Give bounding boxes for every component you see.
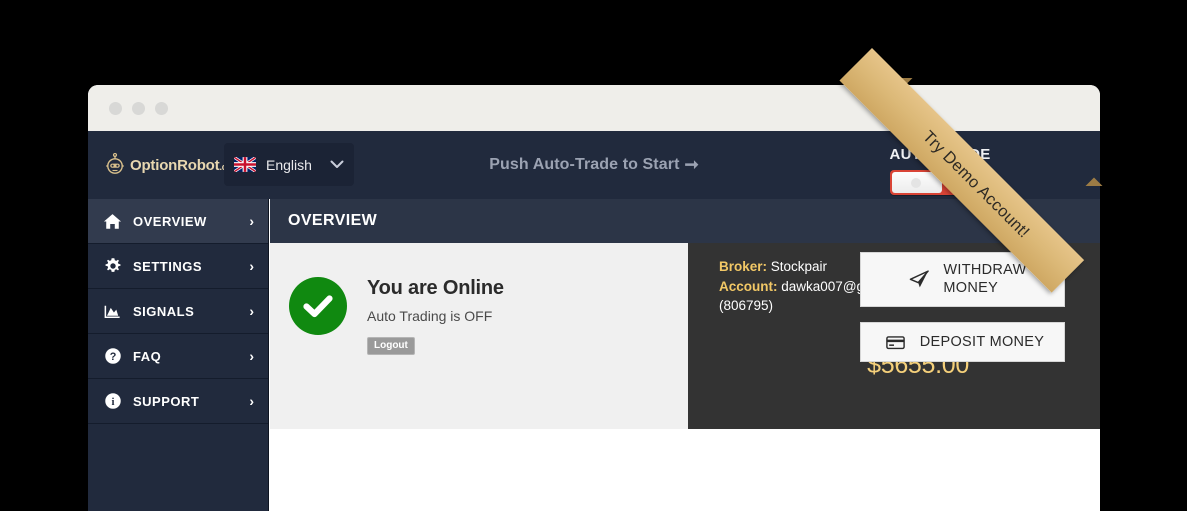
- status-heading: You are Online: [367, 277, 504, 299]
- window-dot-minimize[interactable]: [132, 101, 145, 115]
- sidebar-item-label: SIGNALS: [133, 303, 195, 319]
- status-text-block: You are Online Auto Trading is OFF Logou…: [367, 277, 504, 355]
- chevron-right-icon: ›: [249, 393, 254, 409]
- gear-icon: [103, 257, 122, 276]
- green-check-icon: [289, 277, 347, 335]
- broker-value: Stockpair: [770, 259, 828, 274]
- sidebar-item-label: OVERVIEW: [133, 213, 207, 229]
- home-icon: [103, 212, 122, 231]
- push-auto-trade-text: Push Auto-Trade to Start: [489, 156, 680, 173]
- info-circle-icon: i: [103, 392, 122, 411]
- chevron-right-icon: ›: [249, 303, 254, 319]
- language-value: English: [266, 156, 312, 173]
- paper-plane-icon: [908, 269, 930, 291]
- window-dot-close[interactable]: [109, 101, 122, 115]
- withdraw-button-text: WITHDRAW MONEY: [943, 262, 1026, 297]
- chevron-right-icon: ›: [249, 258, 254, 274]
- uk-flag-icon: [234, 157, 256, 172]
- chevron-right-icon: ›: [249, 213, 254, 229]
- chevron-down-icon: [330, 158, 344, 171]
- status-inner: You are Online Auto Trading is OFF Logou…: [289, 277, 504, 355]
- withdraw-line-1: WITHDRAW: [943, 261, 1027, 278]
- logout-button[interactable]: Logout: [367, 337, 415, 355]
- sidebar-item-label: FAQ: [133, 348, 162, 364]
- sidebar-item-faq[interactable]: ? FAQ ›: [88, 334, 268, 379]
- withdraw-line-2: MONEY: [943, 279, 999, 296]
- deposit-button-label: DEPOSIT MONEY: [919, 334, 1045, 350]
- question-circle-icon: ?: [103, 347, 122, 366]
- svg-text:?: ?: [109, 351, 116, 363]
- deposit-money-button[interactable]: DEPOSIT MONEY: [860, 322, 1065, 362]
- chart-icon: [103, 302, 122, 321]
- overview-panels: You are Online Auto Trading is OFF Logou…: [270, 243, 1100, 429]
- sidebar-item-settings[interactable]: SETTINGS ›: [88, 244, 268, 289]
- language-selector[interactable]: English: [224, 143, 354, 186]
- sidebar-item-overview[interactable]: OVERVIEW ›: [88, 199, 268, 244]
- sidebar-item-support[interactable]: i SUPPORT ›: [88, 379, 268, 424]
- sidebar: OVERVIEW › SETTINGS › SIGNALS › ? FAQ › …: [88, 199, 269, 511]
- sidebar-item-label: SETTINGS: [133, 258, 203, 274]
- arrow-right-icon: ➞: [684, 155, 699, 174]
- account-label: Account:: [719, 278, 778, 294]
- status-subtext: Auto Trading is OFF: [367, 308, 493, 324]
- chevron-right-icon: ›: [249, 348, 254, 364]
- brand-logo[interactable]: OptionRobot.com: [103, 151, 240, 179]
- sidebar-item-label: SUPPORT: [133, 393, 200, 409]
- status-panel: You are Online Auto Trading is OFF Logou…: [270, 243, 688, 429]
- svg-text:i: i: [111, 396, 114, 408]
- main-content: OVERVIEW You are Online Auto Trading is …: [270, 199, 1100, 511]
- broker-label: Broker:: [719, 259, 768, 274]
- window-dot-maximize[interactable]: [155, 101, 168, 115]
- credit-card-icon: [885, 331, 907, 353]
- page-title: OVERVIEW: [288, 212, 378, 229]
- screenshot-stage: OptionRobot.com English: [0, 0, 1187, 511]
- sidebar-item-signals[interactable]: SIGNALS ›: [88, 289, 268, 334]
- robot-head-icon: [103, 152, 127, 177]
